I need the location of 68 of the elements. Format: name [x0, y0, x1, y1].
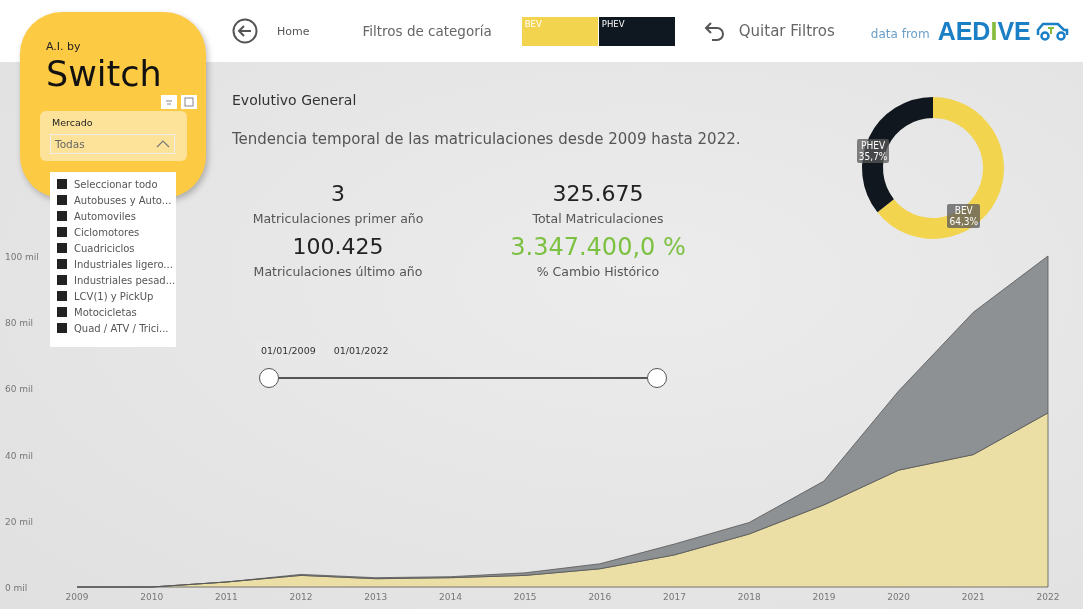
- kpi-label: % Cambio Histórico: [536, 264, 660, 279]
- checkbox[interactable]: [57, 259, 67, 269]
- option-label[interactable]: Quad / ATV / Trici...: [74, 322, 169, 334]
- x-axis-label: 2012: [289, 592, 313, 602]
- x-axis-label: 2010: [140, 592, 164, 602]
- option-label[interactable]: Ciclomotores: [74, 226, 140, 238]
- option-label[interactable]: Automoviles: [74, 210, 136, 222]
- checkbox[interactable]: [57, 179, 67, 189]
- x-axis-label: 2011: [214, 592, 238, 602]
- checkbox[interactable]: [57, 227, 67, 237]
- back-icon[interactable]: [232, 18, 258, 44]
- x-axis-label: 2016: [588, 592, 612, 602]
- category-tile[interactable]: PHEV: [598, 17, 675, 46]
- kpi-value: 325.675: [552, 180, 644, 208]
- option-label[interactable]: Motocicletas: [74, 306, 137, 318]
- kpi-value: 100.425: [292, 233, 384, 261]
- home-link[interactable]: Home: [277, 24, 310, 38]
- kpi-label: Matriculaciones primer año: [252, 211, 424, 226]
- checkbox[interactable]: [57, 291, 67, 301]
- x-axis-label: 2009: [65, 592, 89, 602]
- source-label: data from: [870, 27, 930, 41]
- x-axis-label: 2021: [961, 592, 985, 602]
- x-axis-label: 2014: [439, 592, 462, 602]
- checkbox[interactable]: [57, 275, 67, 285]
- option-label[interactable]: Autobuses y Auto...: [74, 194, 172, 206]
- x-axis-label: 2019: [812, 592, 836, 602]
- option-label[interactable]: Seleccionar todo: [74, 178, 158, 190]
- checkbox[interactable]: [57, 211, 67, 221]
- source-logo: AEDIVE: [937, 16, 1031, 46]
- y-axis-label: 80 mil: [5, 318, 34, 329]
- kpi-value: 3.347.400,0 %: [510, 232, 686, 263]
- x-axis-label: 2015: [513, 592, 537, 602]
- focus-icon[interactable]: [181, 95, 197, 109]
- slicer-title: Mercado: [52, 117, 94, 128]
- checkbox[interactable]: [57, 307, 67, 317]
- undo-icon[interactable]: [702, 19, 727, 43]
- kpi-label: Total Matriculaciones: [532, 211, 664, 226]
- x-axis-label: 2018: [737, 592, 761, 602]
- checkbox[interactable]: [57, 323, 67, 333]
- option-label[interactable]: Industriales pesad...: [74, 274, 176, 286]
- x-axis-label: 2013: [364, 592, 388, 602]
- y-axis-label: 60 mil: [5, 384, 34, 395]
- y-axis-label: 20 mil: [5, 516, 34, 527]
- option-label[interactable]: Cuadriciclos: [74, 242, 135, 254]
- y-axis-label: 40 mil: [5, 450, 34, 461]
- slicer-dropdown[interactable]: Todas: [50, 134, 175, 154]
- slider-thumb[interactable]: [647, 368, 667, 388]
- x-axis-label: 2022: [1036, 592, 1060, 602]
- option-label[interactable]: Industriales ligero...: [74, 258, 173, 270]
- y-axis-label: 0 mil: [5, 583, 28, 593]
- chart-title: Evolutivo General: [232, 92, 357, 108]
- clear-filters-button[interactable]: Quitar Filtros: [738, 22, 835, 40]
- data-label: BEV 64,3%: [947, 204, 981, 229]
- checkbox[interactable]: [57, 195, 67, 205]
- logo-text: Switch: [46, 55, 163, 93]
- filters-label: Filtros de categoría: [362, 23, 492, 39]
- kpi-label: Matriculaciones último año: [253, 264, 423, 279]
- dropdown-value: Todas: [55, 138, 85, 150]
- logo-prefix: A.I. by: [46, 40, 82, 53]
- option-label[interactable]: LCV(1) y PickUp: [74, 290, 154, 302]
- x-axis-label: 2017: [663, 592, 686, 602]
- x-axis-label: 2020: [887, 592, 911, 602]
- data-label: PHEV 35,7%: [856, 139, 890, 164]
- chart-subtitle: Tendencia temporal de las matriculaciones desde 2009 hasta 2022.: [232, 130, 741, 148]
- kpi-value: 3: [331, 180, 345, 208]
- y-axis-label: 100 mil: [5, 252, 39, 262]
- checkbox[interactable]: [57, 243, 67, 253]
- slider-thumb[interactable]: [259, 368, 279, 388]
